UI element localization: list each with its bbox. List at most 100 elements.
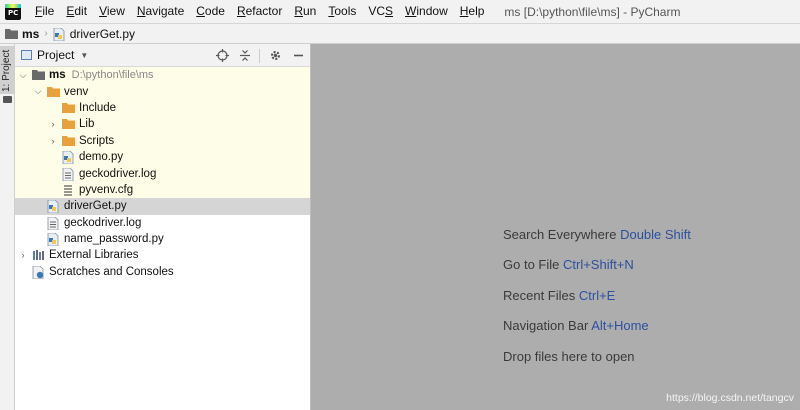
tree-gecko-venv-label: geckodriver.log bbox=[79, 167, 157, 180]
breadcrumb-file[interactable]: driverGet.py bbox=[53, 27, 135, 41]
tree-row-geckodriver-root[interactable]: geckodriver.log bbox=[15, 215, 310, 231]
tree-external-libraries-label: External Libraries bbox=[49, 249, 139, 262]
hint-navigation-bar: Navigation Bar Alt+Home bbox=[503, 317, 691, 347]
menu-run-label: un bbox=[302, 4, 317, 18]
menu-help[interactable]: Help bbox=[454, 0, 491, 23]
menu-bar: PC File Edit View Navigate Code Refactor… bbox=[0, 0, 800, 23]
tree-name-password-label: name_password.py bbox=[64, 233, 164, 246]
menu-view-label: iew bbox=[106, 4, 125, 18]
scratches-icon bbox=[32, 265, 45, 279]
python-file-icon bbox=[62, 151, 75, 165]
hint-text: Drop files here to open bbox=[503, 348, 635, 364]
hint-shortcut: Ctrl+Shift+N bbox=[562, 257, 634, 273]
breadcrumb-root[interactable]: ms bbox=[5, 27, 39, 41]
menu-code-mnemonic: C bbox=[196, 4, 205, 18]
breadcrumb-file-label: driverGet.py bbox=[69, 26, 136, 41]
gear-icon[interactable] bbox=[267, 48, 283, 64]
tool-window-stripe: 1: Project bbox=[0, 44, 15, 410]
hint-text: Navigation Bar bbox=[503, 318, 589, 334]
breadcrumb: ms › driverGet.py bbox=[0, 23, 800, 44]
hint-recent-files: Recent Files Ctrl+E bbox=[503, 287, 691, 317]
tree-row-lib[interactable]: › Lib bbox=[15, 116, 310, 133]
log-file-icon bbox=[62, 167, 75, 181]
project-tool-tab[interactable]: 1: Project bbox=[0, 46, 14, 94]
tree-row-demo[interactable]: demo.py bbox=[15, 148, 310, 166]
tree-row-external-libraries[interactable]: › External Libraries bbox=[15, 247, 310, 263]
tree-include-label: Include bbox=[79, 101, 117, 114]
python-file-icon bbox=[47, 200, 60, 214]
hint-go-to-file: Go to File Ctrl+Shift+N bbox=[503, 256, 691, 286]
tree-root-label: ms bbox=[49, 69, 66, 82]
menu-navigate[interactable]: Navigate bbox=[131, 0, 190, 23]
tree-row-root[interactable]: ⌵ ms D:\python\file\ms bbox=[15, 67, 310, 84]
minimize-icon[interactable] bbox=[290, 48, 306, 64]
menu-file-label: ile bbox=[42, 4, 55, 18]
hint-shortcut: Alt+Home bbox=[591, 318, 649, 334]
folder-icon bbox=[5, 28, 18, 40]
hint-shortcut: Ctrl+E bbox=[578, 287, 616, 303]
collapse-icon[interactable] bbox=[237, 48, 253, 64]
tree-lib-label: Lib bbox=[79, 118, 95, 131]
folder-icon bbox=[3, 96, 12, 103]
editor-empty-area[interactable]: Search Everywhere Double Shift Go to Fil… bbox=[311, 44, 800, 410]
library-icon bbox=[32, 249, 45, 261]
menu-window-mnemonic: W bbox=[405, 4, 417, 18]
hint-text: Search Everywhere bbox=[503, 227, 617, 242]
menu-code-label: ode bbox=[204, 4, 225, 18]
menu-refactor-mnemonic: R bbox=[236, 4, 246, 18]
menu-window[interactable]: Window bbox=[399, 0, 454, 23]
crosshair-icon[interactable] bbox=[214, 48, 230, 64]
log-file-icon bbox=[47, 216, 60, 230]
window-title: ms [D:\python\file\ms] - PyCharm bbox=[504, 4, 681, 19]
menu-vcs[interactable]: VCS bbox=[362, 0, 399, 23]
folder-icon bbox=[62, 118, 75, 130]
hint-text: Go to File bbox=[503, 257, 560, 273]
chevron-right-icon[interactable]: › bbox=[47, 119, 59, 129]
menu-file[interactable]: File bbox=[29, 0, 60, 23]
config-file-icon bbox=[62, 184, 75, 196]
menu-refactor[interactable]: Refactor bbox=[231, 0, 288, 23]
menu-code[interactable]: Code bbox=[190, 0, 231, 23]
python-file-icon bbox=[53, 27, 66, 41]
menu-vcs-mnemonic: S bbox=[385, 4, 394, 18]
menu-navigate-mnemonic: N bbox=[136, 4, 146, 18]
dropdown-arrow-icon[interactable]: ▼ bbox=[80, 51, 88, 60]
menu-view[interactable]: View bbox=[93, 0, 131, 23]
tree-row-geckodriver-venv[interactable]: geckodriver.log bbox=[15, 165, 310, 182]
menu-view-mnemonic: V bbox=[99, 4, 107, 18]
hint-search-everywhere: Search Everywhere Double Shift bbox=[503, 226, 691, 256]
breadcrumb-separator-icon: › bbox=[44, 28, 48, 39]
menu-run[interactable]: Run bbox=[288, 0, 322, 23]
chevron-down-icon[interactable]: ⌵ bbox=[32, 86, 44, 97]
menu-edit-label: dit bbox=[74, 4, 88, 18]
menu-tools[interactable]: Tools bbox=[322, 0, 362, 23]
menu-edit[interactable]: Edit bbox=[60, 0, 93, 23]
tree-row-scratches[interactable]: Scratches and Consoles bbox=[15, 264, 310, 280]
folder-icon bbox=[62, 102, 75, 114]
tree-scratches-label: Scratches and Consoles bbox=[49, 265, 174, 278]
tree-row-scripts[interactable]: › Scripts bbox=[15, 132, 310, 149]
tree-row-driverget[interactable]: driverGet.py bbox=[15, 198, 310, 215]
tree-pyvenv-label: pyvenv.cfg bbox=[79, 183, 134, 196]
project-tree: ⌵ ms D:\python\file\ms ⌵ venv Include › … bbox=[15, 67, 310, 280]
pycharm-logo-icon: PC bbox=[5, 3, 21, 20]
menu-refactor-label: efactor bbox=[245, 4, 283, 18]
tree-row-include[interactable]: Include bbox=[15, 99, 310, 117]
project-panel: Project ▼ ⌵ ms D:\python\file\ms ⌵ venv … bbox=[15, 44, 311, 410]
chevron-down-icon[interactable]: ⌵ bbox=[17, 70, 29, 81]
tree-row-venv[interactable]: ⌵ venv bbox=[15, 83, 310, 100]
hint-shortcut: Double Shift bbox=[620, 227, 691, 242]
menu-run-mnemonic: R bbox=[294, 4, 303, 18]
project-panel-title[interactable]: Project bbox=[37, 48, 74, 62]
project-view-icon bbox=[21, 50, 32, 60]
menu-navigate-label: avigate bbox=[145, 4, 185, 18]
chevron-right-icon[interactable]: › bbox=[47, 136, 59, 146]
hint-drop-files: Drop files here to open bbox=[503, 348, 691, 378]
project-panel-header: Project ▼ bbox=[15, 44, 310, 67]
tree-row-pyvenv[interactable]: pyvenv.cfg bbox=[15, 181, 310, 199]
tree-demo-label: demo.py bbox=[79, 151, 124, 164]
chevron-right-icon[interactable]: › bbox=[17, 250, 29, 260]
toolbar-divider bbox=[259, 48, 260, 63]
tree-row-name-password[interactable]: name_password.py bbox=[15, 231, 310, 247]
menu-help-label: elp bbox=[468, 4, 485, 18]
